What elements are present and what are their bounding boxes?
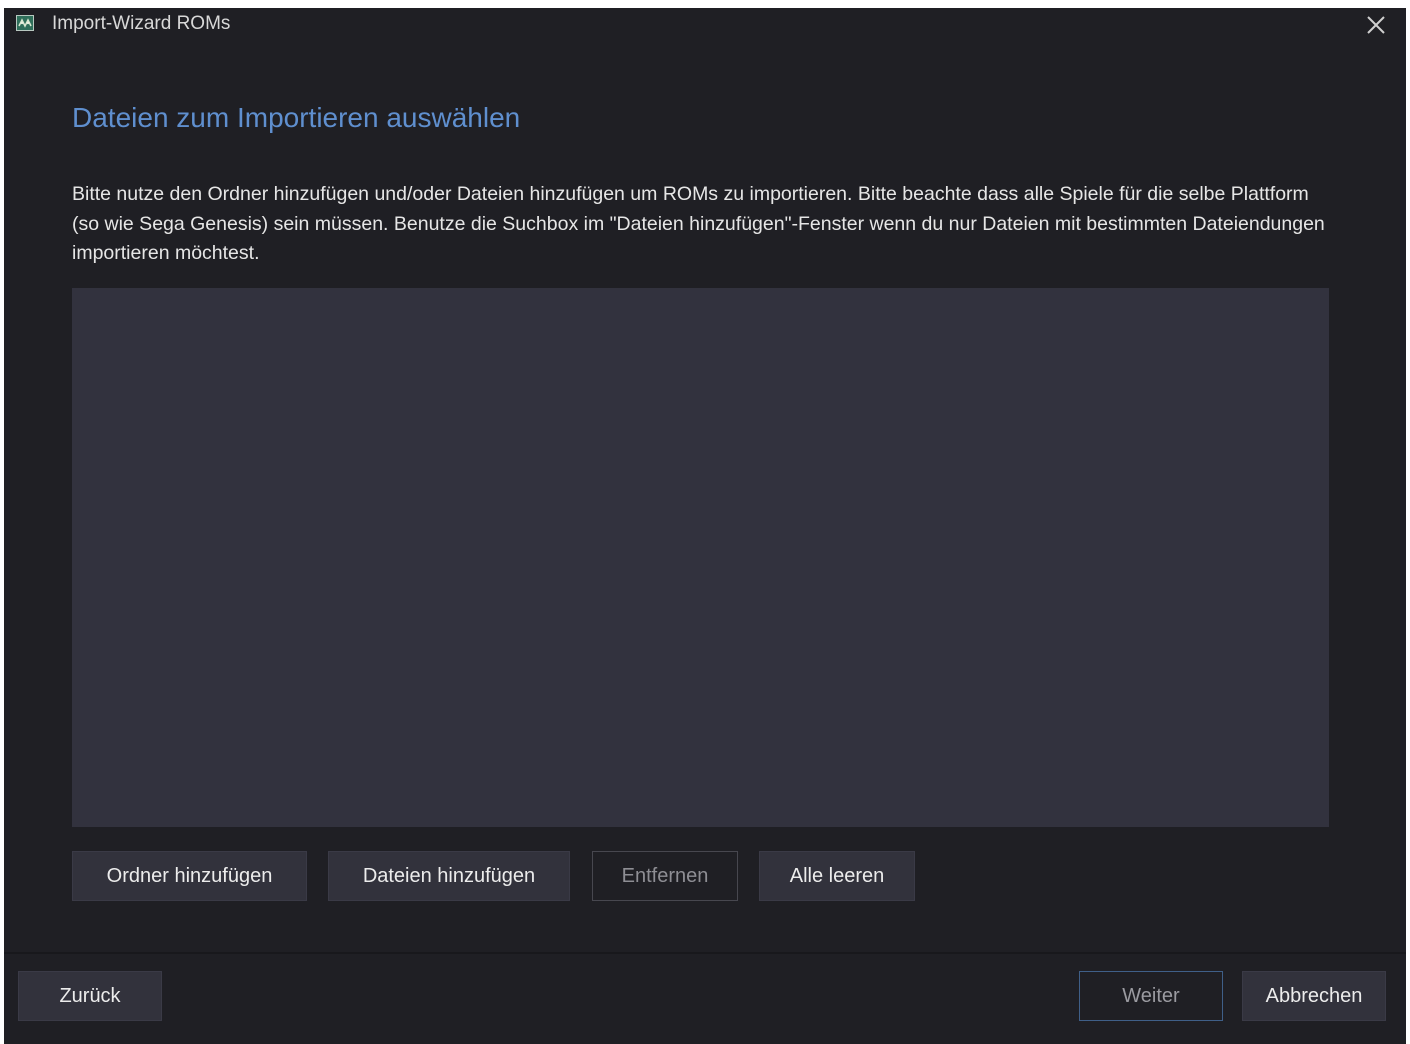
cancel-button[interactable]: Abbrechen — [1242, 971, 1386, 1021]
page-heading: Dateien zum Importieren auswählen — [72, 102, 521, 133]
add-files-button[interactable]: Dateien hinzufügen — [328, 851, 570, 901]
app-logo-icon — [16, 15, 34, 31]
remove-button[interactable]: Entfernen — [592, 851, 738, 901]
close-button[interactable] — [1360, 10, 1392, 40]
file-list[interactable] — [72, 288, 1329, 827]
back-button[interactable]: Zurück — [18, 971, 162, 1021]
import-wizard-window: Import-Wizard ROMs Dateien zum Importier… — [4, 8, 1406, 1044]
next-button[interactable]: Weiter — [1079, 971, 1223, 1021]
title-bar: Import-Wizard ROMs — [4, 8, 1406, 42]
clear-all-button[interactable]: Alle leeren — [759, 851, 915, 901]
wizard-footer: Zurück Weiter Abbrechen — [4, 954, 1406, 1044]
window-title: Import-Wizard ROMs — [52, 13, 231, 34]
close-icon — [1367, 16, 1385, 34]
add-folder-button[interactable]: Ordner hinzufügen — [72, 851, 307, 901]
instructions-text: Bitte nutze den Ordner hinzufügen und/od… — [72, 183, 1325, 264]
